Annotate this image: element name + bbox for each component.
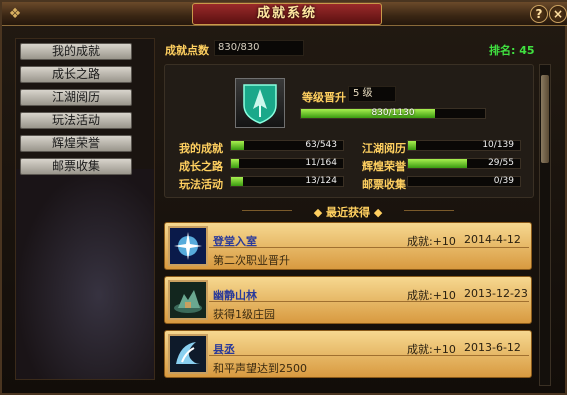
list-item[interactable]: 县丞 成就:+10 2013-6-12 和平声望达到2500	[164, 330, 532, 378]
stat-value: 63/543	[305, 140, 337, 150]
close-icon: ×	[552, 7, 564, 21]
divider	[404, 210, 454, 211]
divider	[242, 210, 292, 211]
achievement-desc: 第二次职业晋升	[213, 254, 290, 267]
level-progress-bar: 830/1130	[300, 108, 486, 119]
divider	[209, 355, 529, 356]
category-menu: 我的成就 成长之路 江湖阅历 玩法活动 辉煌荣誉 邮票收集	[15, 38, 155, 380]
stat-value: 11/164	[305, 158, 337, 168]
stat-label-experience: 江湖阅历	[362, 142, 406, 155]
stat-bar-stamps: 0/39	[407, 176, 521, 187]
level-value: 5 级	[348, 86, 396, 102]
achievement-icon-2	[168, 280, 208, 320]
points-label: 成就点数	[165, 44, 209, 57]
stat-bar-experience: 10/139	[407, 140, 521, 151]
stat-bar-activities: 13/124	[230, 176, 344, 187]
list-item[interactable]: 幽静山林 成就:+10 2013-12-23 获得1级庄园	[164, 276, 532, 324]
stat-label-my-achievements: 我的成就	[179, 142, 223, 155]
recent-header-text: 最近获得	[326, 206, 370, 219]
stat-bar-honors: 29/55	[407, 158, 521, 169]
window-title: 成就系统	[192, 3, 382, 25]
menu-item-honors[interactable]: 辉煌荣誉	[20, 135, 132, 152]
stat-fill	[231, 159, 239, 168]
divider	[209, 247, 529, 248]
help-icon: ?	[535, 7, 543, 21]
stat-fill	[408, 141, 417, 150]
corner-ornament-icon: ❖	[8, 6, 22, 22]
achievement-window: ❖ 成就系统 ? × 我的成就 成长之路 江湖阅历 玩法活动 辉煌荣誉 邮票收集…	[0, 0, 567, 395]
divider	[209, 301, 529, 302]
stat-label-stamps: 邮票收集	[362, 178, 406, 191]
emblem-icon	[235, 78, 285, 128]
menu-background-art	[16, 169, 154, 379]
achievement-date: 2013-12-23	[464, 287, 528, 300]
points-value: 830/830	[214, 40, 304, 56]
menu-item-stamps[interactable]: 邮票收集	[20, 158, 132, 175]
menu-item-my-achievements[interactable]: 我的成就	[20, 43, 132, 60]
recent-list: 登堂入室 成就:+10 2014-4-12 第二次职业晋升 幽静山林 成就:+1…	[164, 220, 534, 390]
level-progress-text: 830/1130	[371, 108, 415, 118]
level-label: 等级晋升	[302, 91, 346, 104]
stat-value: 10/139	[482, 140, 514, 150]
close-button[interactable]: ×	[549, 5, 567, 23]
stat-bar-my-achievements: 63/543	[230, 140, 344, 151]
stat-value: 13/124	[305, 176, 337, 186]
achievement-desc: 和平声望达到2500	[213, 362, 307, 375]
achievement-date: 2013-6-12	[464, 341, 521, 354]
achievement-desc: 获得1级庄园	[213, 308, 275, 321]
title-bar[interactable]: ❖ 成就系统 ? ×	[2, 2, 567, 26]
stat-value: 29/55	[488, 158, 514, 168]
menu-item-activities[interactable]: 玩法活动	[20, 112, 132, 129]
achievement-icon-3	[168, 334, 208, 374]
stat-label-growth: 成长之路	[179, 160, 223, 173]
stat-value: 0/39	[493, 176, 514, 186]
stat-label-activities: 玩法活动	[179, 178, 223, 191]
rank-text: 排名: 45	[489, 44, 535, 57]
scrollbar[interactable]	[539, 64, 551, 386]
achievement-icon-1	[168, 226, 208, 266]
stat-bar-growth: 11/164	[230, 158, 344, 169]
stat-fill	[231, 141, 244, 150]
scrollbar-thumb[interactable]	[541, 75, 549, 163]
stat-fill	[408, 159, 468, 168]
list-item[interactable]: 登堂入室 成就:+10 2014-4-12 第二次职业晋升	[164, 222, 532, 270]
stat-label-honors: 辉煌荣誉	[362, 160, 406, 173]
help-button[interactable]: ?	[530, 5, 548, 23]
menu-item-experience[interactable]: 江湖阅历	[20, 89, 132, 106]
achievement-date: 2014-4-12	[464, 233, 521, 246]
recent-header: ◆ 最近获得 ◆	[313, 206, 383, 219]
menu-item-growth[interactable]: 成长之路	[20, 66, 132, 83]
stat-fill	[231, 177, 243, 186]
